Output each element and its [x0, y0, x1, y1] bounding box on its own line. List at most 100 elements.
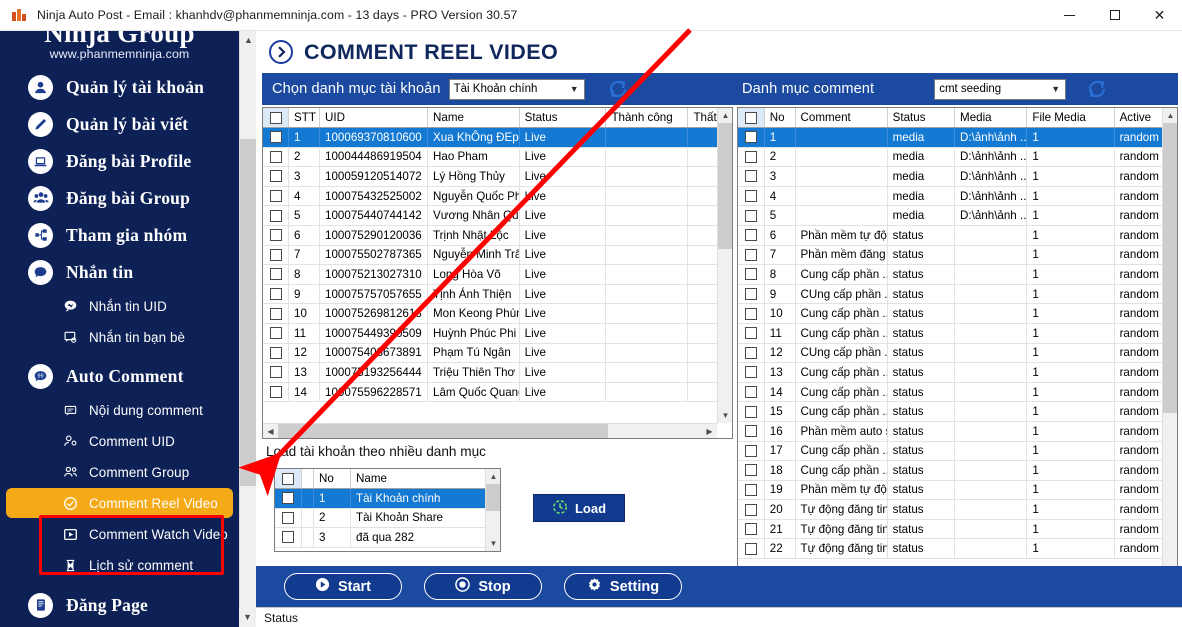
row-checkbox[interactable] — [744, 209, 757, 222]
table-row[interactable]: 10 Cung cấp phần ... status 1 random — [738, 304, 1177, 324]
sidebar-item-lich-su-comment[interactable]: Lịch sử comment — [6, 550, 233, 580]
row-checkbox-cell[interactable] — [738, 245, 765, 265]
row-checkbox-cell[interactable] — [738, 206, 765, 225]
row-checkbox-cell[interactable] — [738, 421, 765, 441]
row-checkbox[interactable] — [269, 150, 282, 163]
table-row[interactable]: 9 100075757057655 Tịnh Ánh Thiện Live — [263, 284, 732, 305]
row-checkbox[interactable] — [744, 150, 757, 163]
row-checkbox-cell[interactable] — [738, 304, 765, 323]
sidebar-item-dang-bai-group[interactable]: Đăng bài Group — [6, 180, 233, 216]
row-checkbox-cell[interactable] — [738, 343, 765, 363]
row-checkbox[interactable] — [744, 444, 757, 457]
table-row[interactable]: 1 Tài Khoản chính — [275, 489, 500, 509]
row-checkbox[interactable] — [269, 346, 282, 359]
table-row[interactable]: 7Phần mềm đăng ...status1random — [738, 245, 1177, 266]
table-row[interactable]: 2 media D:\ảnh\ảnh ... 1 random — [738, 147, 1177, 168]
row-checkbox[interactable] — [282, 531, 294, 544]
row-checkbox-cell[interactable] — [738, 382, 765, 402]
row-checkbox[interactable] — [744, 483, 757, 496]
row-checkbox[interactable] — [744, 268, 757, 281]
row-checkbox[interactable] — [269, 327, 282, 340]
table-row[interactable]: 8 Cung cấp phần ... status 1 random — [738, 265, 1177, 285]
select-all-header[interactable] — [738, 108, 765, 127]
table-row[interactable]: 10 100075269812618 Mon Keong Phùng Live — [263, 304, 732, 324]
scrollbar-thumb[interactable] — [486, 484, 500, 511]
row-checkbox-cell[interactable] — [263, 363, 290, 382]
row-checkbox[interactable] — [744, 405, 757, 418]
sidebar-item-auto-comment[interactable]: 99 Auto Comment — [6, 358, 233, 394]
scroll-up-icon[interactable]: ▲ — [718, 108, 732, 123]
sidebar-scrollbar[interactable]: ▲ ▼ — [239, 31, 257, 627]
row-checkbox-cell[interactable] — [738, 402, 765, 421]
table-row[interactable]: 4 media D:\ảnh\ảnh ... 1 random — [738, 186, 1177, 207]
row-checkbox-cell[interactable] — [263, 304, 290, 323]
scroll-left-icon[interactable]: ◀ — [263, 424, 278, 438]
scrollbar-thumb[interactable] — [1163, 123, 1177, 413]
row-checkbox-cell[interactable] — [275, 508, 302, 528]
select-all-checkbox[interactable] — [744, 111, 757, 124]
row-checkbox-cell[interactable] — [263, 186, 290, 206]
table-row[interactable]: 5 media D:\ảnh\ảnh ... 1 random — [738, 206, 1177, 226]
scroll-down-icon[interactable]: ▼ — [486, 536, 500, 551]
table-row[interactable]: 18 Cung cấp phần ... status 1 random — [738, 461, 1177, 481]
account-table-hscrollbar[interactable]: ◀ ▶ — [263, 423, 717, 438]
sidebar-item-comment-watch-video[interactable]: Comment Watch Video — [6, 519, 233, 549]
row-checkbox[interactable] — [282, 511, 294, 524]
sidebar-item-comment-reel-video[interactable]: Comment Reel Video — [6, 488, 233, 518]
row-checkbox[interactable] — [269, 229, 282, 242]
row-checkbox[interactable] — [744, 248, 757, 261]
table-row[interactable]: 3 đã qua 282 — [275, 528, 500, 548]
row-checkbox[interactable] — [269, 209, 282, 222]
row-checkbox-cell[interactable] — [738, 147, 765, 167]
account-category-dropdown[interactable]: Tài Khoản chính ▼ — [448, 78, 585, 100]
table-row[interactable]: 13 100075193256444 Triệu Thiên Thơ Live — [263, 363, 732, 383]
row-checkbox[interactable] — [744, 288, 757, 301]
table-row[interactable]: 21Tự động đăng tin...status1random — [738, 519, 1177, 540]
row-checkbox[interactable] — [744, 307, 757, 320]
minimize-button[interactable] — [1047, 0, 1092, 31]
row-checkbox[interactable] — [269, 288, 282, 301]
select-all-checkbox[interactable] — [269, 111, 282, 124]
scrollbar-thumb[interactable] — [278, 424, 608, 438]
row-checkbox[interactable] — [744, 542, 757, 555]
category-table[interactable]: No Name 1 Tài Khoản chính 2 Tài Khoản Share… — [274, 468, 501, 552]
account-refresh-icon[interactable] — [607, 78, 629, 100]
row-checkbox-cell[interactable] — [263, 382, 290, 402]
table-row[interactable]: 9 CUng cấp phần ... status 1 random — [738, 284, 1177, 305]
table-row[interactable]: 11 Cung cấp phần ... status 1 random — [738, 323, 1177, 344]
table-row[interactable]: 20Tự động đăng tin...status1random — [738, 500, 1177, 520]
row-checkbox-cell[interactable] — [738, 323, 765, 343]
row-checkbox[interactable] — [269, 366, 282, 379]
row-checkbox[interactable] — [269, 131, 282, 144]
table-row[interactable]: 11 100075449390509 Huỳnh Phúc Phi Live — [263, 323, 732, 344]
scroll-up-icon[interactable]: ▲ — [1163, 108, 1177, 123]
comment-table[interactable]: No Comment Status Media File Media Activ… — [737, 107, 1178, 592]
table-row[interactable]: 7100075502787365Nguyễn Minh TrâmLive — [263, 245, 732, 266]
row-checkbox-cell[interactable] — [275, 528, 302, 547]
row-checkbox[interactable] — [269, 248, 282, 261]
scroll-right-icon[interactable]: ▶ — [702, 424, 717, 438]
sidebar-item-quan-ly-tai-khoan[interactable]: Quản lý tài khoản — [6, 69, 233, 105]
row-checkbox[interactable] — [282, 492, 294, 505]
select-all-header[interactable] — [263, 108, 290, 127]
setting-button[interactable]: Setting — [564, 573, 682, 600]
row-checkbox[interactable] — [744, 229, 757, 242]
row-checkbox-cell[interactable] — [263, 245, 290, 265]
row-checkbox-cell[interactable] — [738, 441, 765, 461]
account-table-vscrollbar[interactable]: ▲ ▼ — [717, 108, 732, 423]
sidebar-item-noi-dung-comment[interactable]: Nội dung comment — [6, 395, 233, 425]
table-row[interactable]: 14 Cung cấp phần ... status 1 random — [738, 382, 1177, 403]
table-row[interactable]: 12 CUng cấp phần ... status 1 random — [738, 343, 1177, 364]
row-checkbox[interactable] — [744, 386, 757, 399]
category-table-vscrollbar[interactable]: ▲ ▼ — [485, 469, 500, 551]
row-checkbox[interactable] — [744, 327, 757, 340]
table-row[interactable]: 5100075440744142Vương Nhân Quy...Live — [263, 206, 732, 226]
table-row[interactable]: 17 Cung cấp phần ... status 1 random — [738, 441, 1177, 462]
scroll-up-icon[interactable]: ▲ — [486, 469, 500, 484]
row-checkbox-cell[interactable] — [738, 265, 765, 284]
row-checkbox[interactable] — [744, 190, 757, 203]
table-row[interactable]: 14 100075596228571 Lâm Quốc Quang Live — [263, 382, 732, 403]
table-row[interactable]: 4 100075432525002 Nguyễn Quốc Phi Live — [263, 186, 732, 207]
select-all-checkbox[interactable] — [282, 472, 294, 485]
row-checkbox-cell[interactable] — [263, 323, 290, 343]
